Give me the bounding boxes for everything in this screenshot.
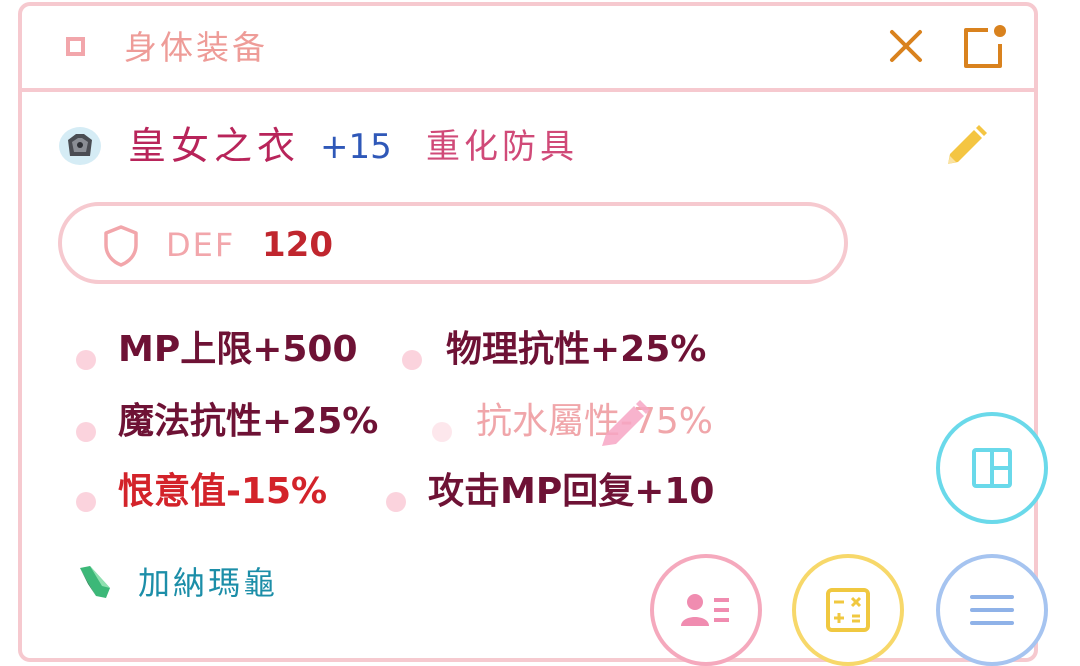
stat-hate: 恨意值-15%: [118, 471, 328, 512]
item-enhance-level: +15: [320, 127, 392, 167]
id-card-icon: [681, 594, 729, 626]
stat-bullet: [76, 492, 96, 512]
menu-fab[interactable]: [936, 554, 1048, 666]
def-label: DEF: [166, 226, 236, 264]
item-name: 皇女之衣: [128, 124, 301, 168]
profile-fab[interactable]: [650, 554, 762, 666]
popout-button[interactable]: [960, 22, 1008, 70]
stat-bullet: [432, 422, 452, 442]
close-icon: [890, 30, 922, 62]
def-stat-pill: DEF 120: [58, 202, 848, 284]
close-button[interactable]: [888, 28, 924, 64]
edit-button[interactable]: [942, 122, 990, 170]
equipment-card: 身体装备 皇女之衣 +15 重化防具 DEF 120 MP上限+500 物理抗性…: [18, 2, 1038, 662]
item-category: 重化防具: [426, 127, 578, 167]
shield-icon: [104, 225, 138, 267]
calculator-icon: [826, 588, 870, 632]
checkbox-icon[interactable]: [66, 37, 85, 56]
stat-attack-mp-recovery: 攻击MP回复+10: [428, 471, 715, 512]
def-value: 120: [262, 225, 333, 265]
crystal-label: 加納瑪龜: [138, 564, 279, 602]
stat-mp-max: MP上限+500: [118, 329, 358, 370]
layout-fab[interactable]: [936, 412, 1048, 524]
stat-physical-resist: 物理抗性+25%: [446, 329, 707, 370]
layout-icon: [972, 448, 1012, 488]
stat-bullet: [386, 492, 406, 512]
stat-water-resist: 抗水屬性-75%: [476, 401, 714, 442]
stat-bullet: [76, 350, 96, 370]
card-header: 身体装备: [22, 6, 1034, 92]
stat-bullet: [76, 422, 96, 442]
pencil-icon: [948, 125, 987, 164]
stat-magic-resist: 魔法抗性+25%: [118, 401, 379, 442]
calculator-fab[interactable]: [792, 554, 904, 666]
pencil-icon: [596, 396, 656, 450]
crystal-icon: [76, 562, 114, 600]
popout-icon: [964, 25, 1006, 68]
stat-bullet: [402, 350, 422, 370]
armor-icon: [58, 126, 102, 166]
card-title: 身体装备: [124, 28, 268, 67]
menu-icon: [970, 595, 1014, 625]
